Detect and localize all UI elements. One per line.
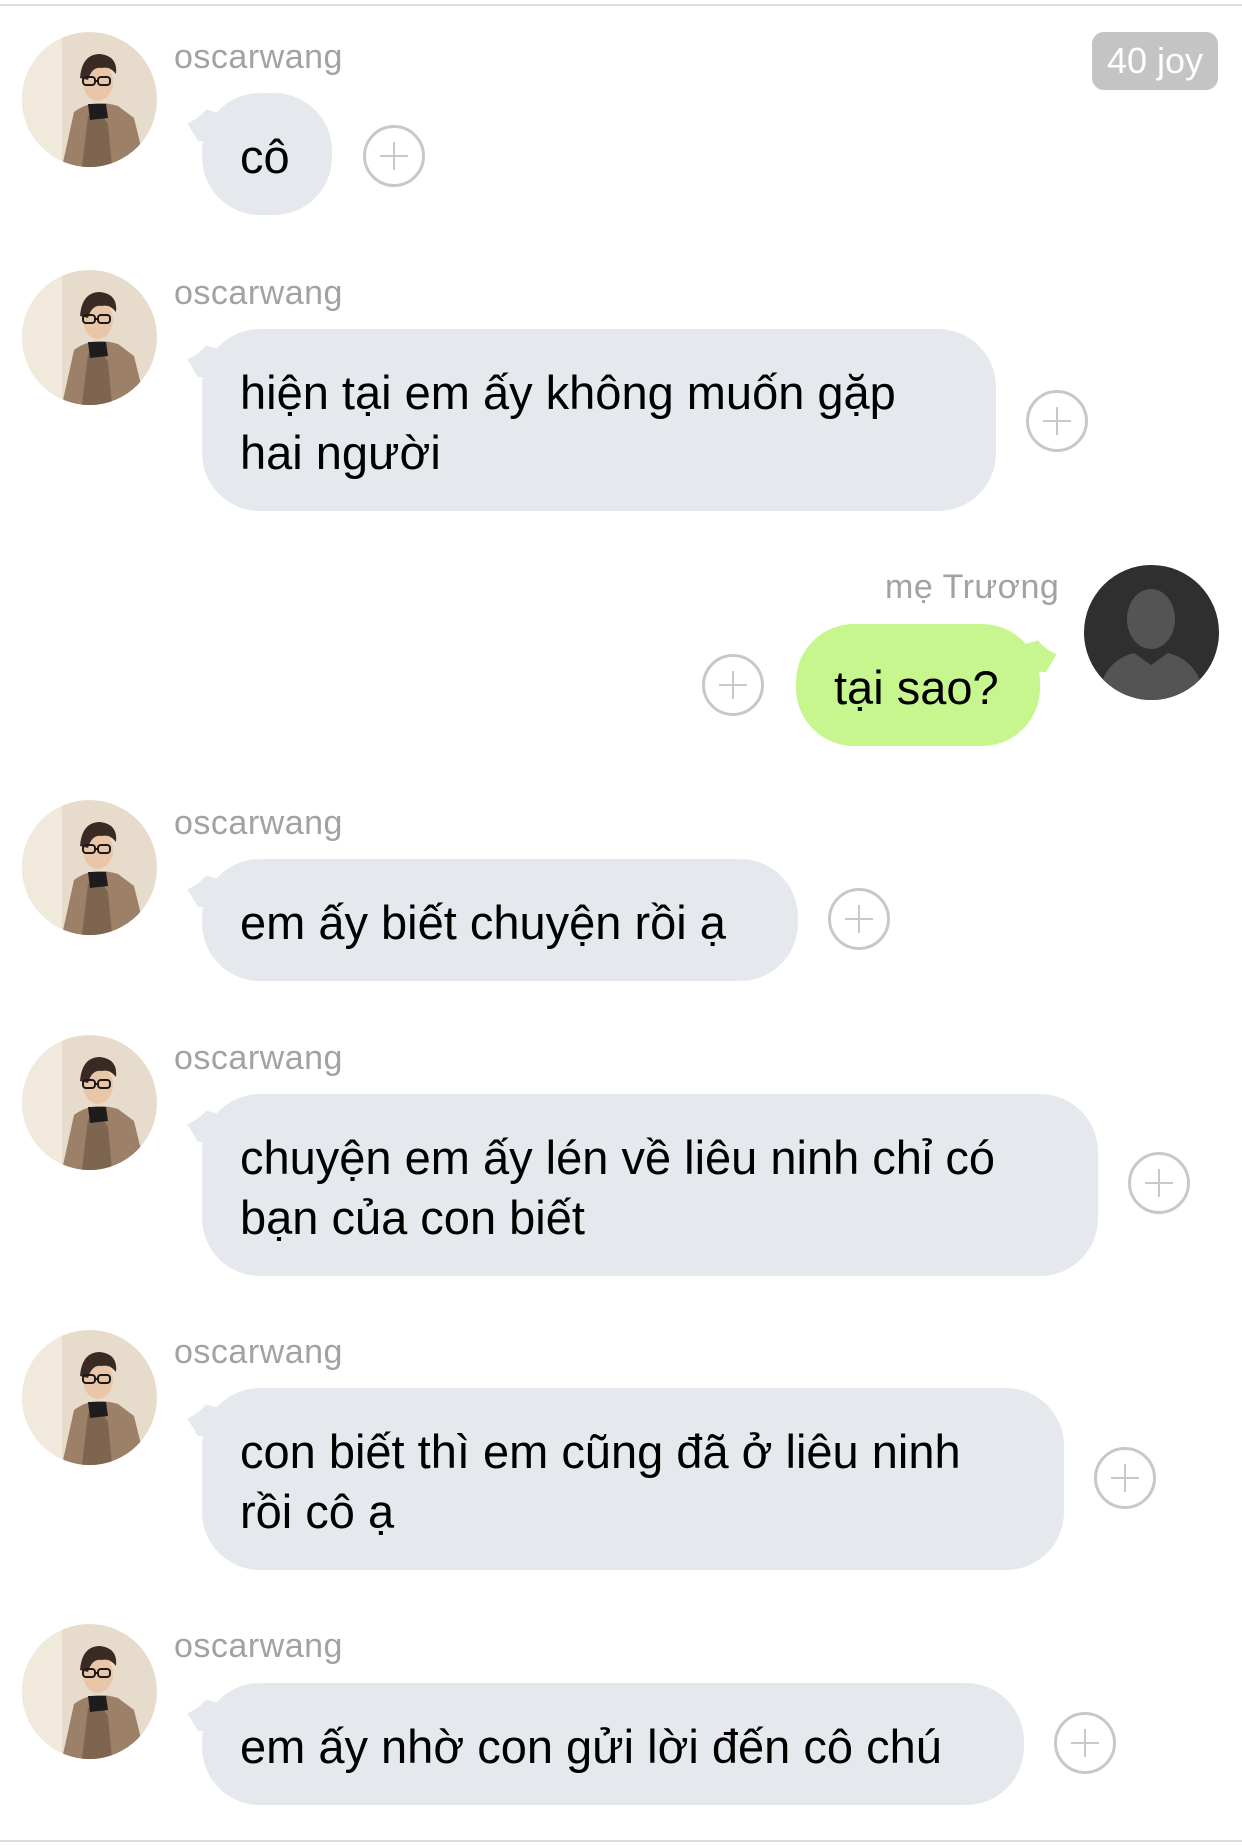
sender-avatar[interactable]: [22, 1624, 157, 1759]
message-bubble[interactable]: em ấy biết chuyện rồi ạ: [168, 853, 798, 981]
top-divider: [0, 0, 1242, 6]
profile-photo-icon: [22, 32, 157, 167]
bottom-divider: [0, 1840, 1242, 1842]
message-bubble[interactable]: em ấy nhờ con gửi lời đến cô chú: [168, 1677, 1024, 1805]
add-reaction-plus-icon[interactable]: [1026, 390, 1088, 452]
sender-name: oscarwang: [174, 1039, 343, 1077]
sender-name: oscarwang: [174, 804, 343, 842]
sender-avatar[interactable]: [22, 1330, 157, 1465]
add-reaction-plus-icon[interactable]: [702, 654, 764, 716]
sender-avatar[interactable]: [22, 270, 157, 405]
message-bubble[interactable]: hiện tại em ấy không muốn gặp hai người: [168, 323, 996, 511]
profile-photo-icon: [22, 1330, 157, 1465]
sender-avatar[interactable]: [22, 1035, 157, 1170]
message-bubble[interactable]: con biết thì em cũng đã ở liêu ninh rồi …: [168, 1382, 1064, 1570]
profile-photo-icon: [22, 1624, 157, 1759]
add-reaction-plus-icon[interactable]: [1054, 1712, 1116, 1774]
message-bubble[interactable]: chuyện em ấy lén về liêu ninh chỉ có bạn…: [168, 1088, 1098, 1276]
add-reaction-plus-icon[interactable]: [828, 888, 890, 950]
add-reaction-plus-icon[interactable]: [1094, 1447, 1156, 1509]
sender-avatar[interactable]: [1084, 565, 1219, 700]
add-reaction-plus-icon[interactable]: [1128, 1152, 1190, 1214]
profile-photo-icon: [22, 270, 157, 405]
joy-counter-badge[interactable]: 40 joy: [1092, 32, 1218, 90]
message-bubble[interactable]: tại sao?: [796, 618, 1076, 746]
profile-photo-icon: [22, 1035, 157, 1170]
sender-name: oscarwang: [174, 274, 343, 312]
profile-photo-icon: [22, 800, 157, 935]
message-bubble[interactable]: cô: [168, 87, 332, 215]
add-reaction-plus-icon[interactable]: [363, 125, 425, 187]
sender-name: oscarwang: [174, 1627, 343, 1665]
sender-name: mẹ Trương: [885, 568, 1060, 606]
sender-name: oscarwang: [174, 38, 343, 76]
sender-avatar[interactable]: [22, 32, 157, 167]
sender-avatar[interactable]: [22, 800, 157, 935]
default-person-silhouette-icon: [1084, 565, 1219, 700]
sender-name: oscarwang: [174, 1333, 343, 1371]
